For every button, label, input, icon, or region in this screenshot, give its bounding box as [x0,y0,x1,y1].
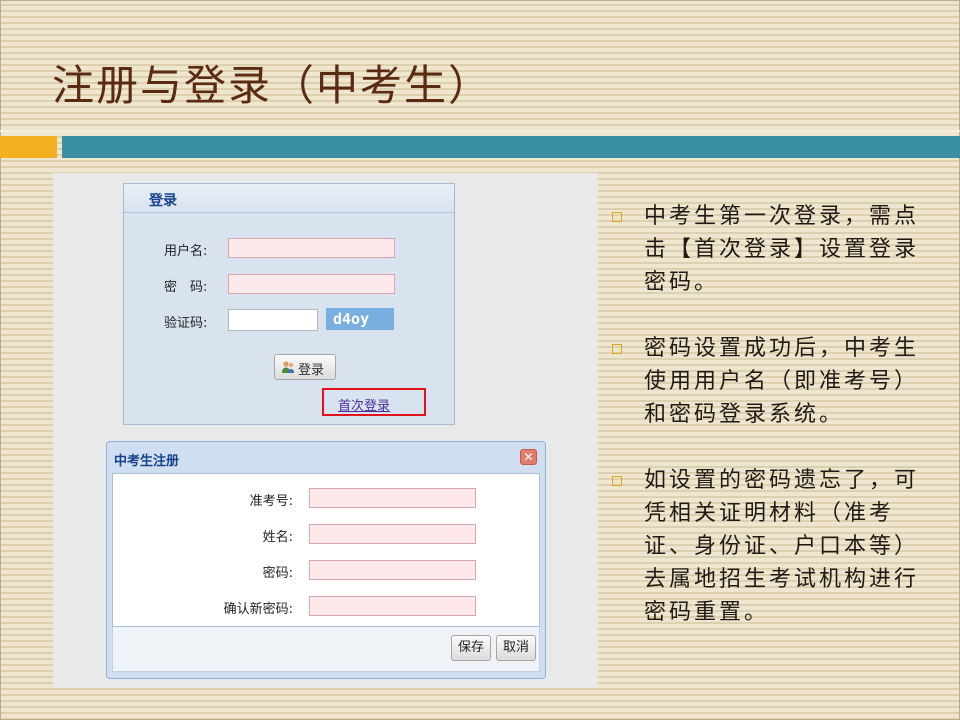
first-login-highlight: 首次登录 [322,388,426,416]
new-password-label: 密码: [262,566,293,581]
cancel-button[interactable]: 取消 [496,635,536,661]
captcha-input[interactable] [228,309,318,331]
exam-number-label: 准考号: [249,494,293,509]
square-bullet-icon [612,476,622,486]
captcha-image[interactable]: d4oy [326,308,394,330]
username-label: 用户名: [164,244,208,259]
exam-number-input[interactable] [309,488,476,508]
square-bullet-icon [612,344,622,354]
confirm-password-label: 确认新密码: [223,602,293,617]
users-icon [282,361,294,373]
bullet-item: 中考生第一次登录，需点击【首次登录】设置登录密码。 [612,200,942,299]
register-dialog-title: 中考生注册 [114,454,180,469]
bullet-text: 密码设置成功后，中考生使用用户名（即准考号）和密码登录系统。 [644,336,920,427]
login-button-label: 登录 [298,363,325,378]
name-input[interactable] [309,524,476,544]
register-dialog-footer: 保存 取消 [112,627,540,672]
new-password-input[interactable] [309,560,476,580]
login-panel: 登录 用户名: 密 码: 验证码: d4oy 登录 首次登录 [123,183,455,425]
login-button[interactable]: 登录 [274,354,336,380]
register-dialog: 中考生注册 ✕ 准考号: 姓名: 密码: 确认新密码: 保存 取消 [106,441,546,679]
slide-title: 注册与登录（中考生） [52,61,493,110]
bullet-item: 密码设置成功后，中考生使用用户名（即准考号）和密码登录系统。 [612,332,942,431]
title-divider-line [0,130,960,132]
bullet-text: 如设置的密码遗忘了，可凭相关证明材料（准考证、身份证、户口本等）去属地招生考试机… [644,468,920,625]
confirm-password-input[interactable] [309,596,476,616]
password-label: 密 码: [164,280,208,295]
accent-bar-orange [0,136,57,158]
first-login-link[interactable]: 首次登录 [338,395,390,414]
accent-bar-teal [62,136,960,158]
login-panel-title: 登录 [149,193,177,209]
captcha-label: 验证码: [164,316,208,331]
name-label: 姓名: [262,530,293,545]
password-input[interactable] [228,274,395,294]
close-icon[interactable]: ✕ [520,449,537,465]
username-input[interactable] [228,238,395,258]
bullet-list: 中考生第一次登录，需点击【首次登录】设置登录密码。 密码设置成功后，中考生使用用… [612,200,942,662]
embedded-screenshot: 登录 用户名: 密 码: 验证码: d4oy 登录 首次登录 中考生注册 ✕ 准… [53,173,598,688]
bullet-item: 如设置的密码遗忘了，可凭相关证明材料（准考证、身份证、户口本等）去属地招生考试机… [612,464,942,629]
register-form: 准考号: 姓名: 密码: 确认新密码: [112,473,540,627]
bullet-text: 中考生第一次登录，需点击【首次登录】设置登录密码。 [644,204,920,295]
save-button[interactable]: 保存 [451,635,491,661]
square-bullet-icon [612,212,622,222]
login-panel-header: 登录 [124,184,454,213]
